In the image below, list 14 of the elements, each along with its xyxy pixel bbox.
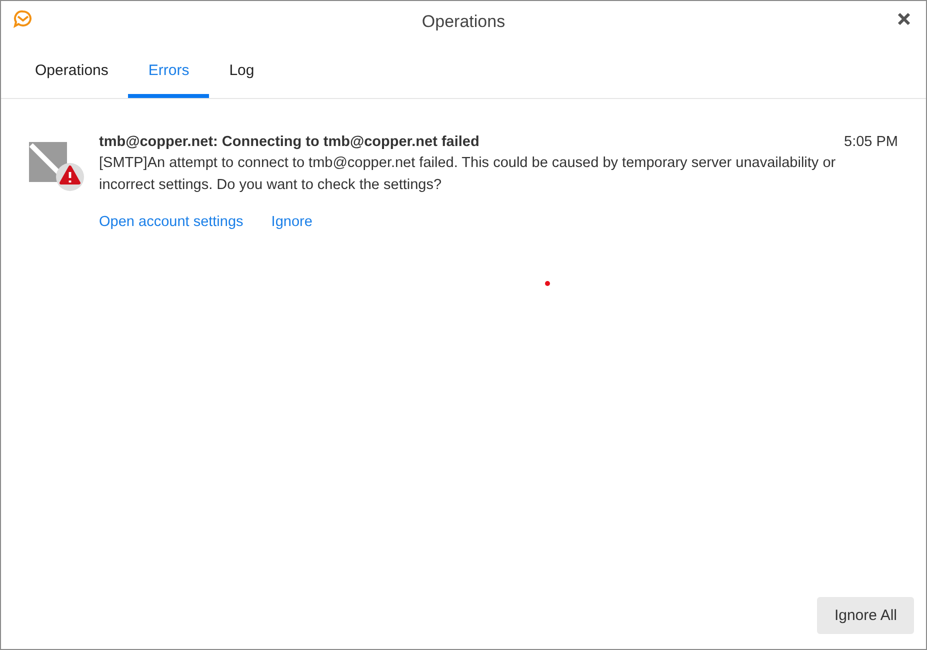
warning-icon: [29, 142, 85, 192]
tab[interactable]: Log: [209, 47, 274, 98]
tab[interactable]: Operations: [15, 47, 128, 98]
envelope-chat-icon: [13, 10, 33, 28]
tab[interactable]: Errors: [128, 47, 210, 98]
ignore-all-button[interactable]: Ignore All: [817, 597, 914, 634]
window-title: Operations: [422, 12, 506, 32]
close-icon[interactable]: [897, 12, 911, 26]
error-title: tmb@copper.net: Connecting to tmb@copper.net failed: [99, 134, 480, 150]
action-link[interactable]: Ignore: [271, 214, 312, 230]
error-time: 5:05 PM: [844, 134, 898, 150]
error-message: [SMTP]An attempt to connect to tmb@copper.net failed. This could be caused by temporary server unavailability or incorrect settings. Do you want to check the settings?: [99, 154, 837, 195]
cursor-dot: [545, 281, 550, 286]
action-link[interactable]: Open account settings: [99, 214, 244, 230]
